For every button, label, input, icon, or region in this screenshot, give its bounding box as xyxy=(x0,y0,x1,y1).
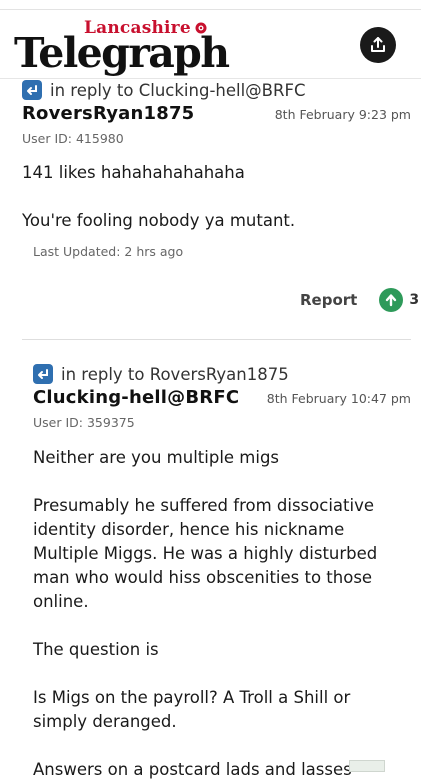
comment-body: 141 likes hahahahahahaha You're fooling … xyxy=(22,161,411,233)
comment-paragraph: Answers on a postcard lads and lasses xyxy=(33,760,352,779)
reply-arrow-icon xyxy=(22,80,42,100)
site-header: Lancashire Telegraph xyxy=(0,10,421,79)
status-bar xyxy=(0,0,421,10)
reply-to-text: in reply to Clucking-hell@BRFC xyxy=(50,80,306,100)
upvote-button[interactable] xyxy=(379,288,404,312)
share-icon xyxy=(371,37,385,52)
comment-body: Neither are you multiple migs Presumably… xyxy=(33,446,393,782)
upvote-arrow-icon xyxy=(386,294,397,307)
user-id: User ID: 415980 xyxy=(22,131,124,146)
reply-arrow-icon xyxy=(33,364,53,384)
comment-paragraph: Is Migs on the payroll? A Troll a Shill … xyxy=(33,688,351,731)
comment-author[interactable]: Clucking-hell@BRFC xyxy=(33,387,239,408)
reply-to-line[interactable]: in reply to RoversRyan1875 xyxy=(33,364,289,384)
reply-to-text: in reply to RoversRyan1875 xyxy=(61,364,289,384)
comment-date: 8th February 9:23 pm xyxy=(274,107,411,122)
comment-paragraph: Neither are you multiple migs xyxy=(33,448,280,467)
last-updated: Last Updated: 2 hrs ago xyxy=(33,244,184,259)
vote-count: 3 xyxy=(409,292,420,308)
image-thumbnail[interactable] xyxy=(349,760,385,772)
user-id: User ID: 359375 xyxy=(33,415,135,430)
comment-paragraph: 141 likes hahahahahahaha xyxy=(22,163,245,182)
reply-to-line[interactable]: in reply to Clucking-hell@BRFC xyxy=(22,80,305,100)
comment-author[interactable]: RoversRyan1875 xyxy=(22,103,194,124)
site-logo[interactable]: Lancashire Telegraph xyxy=(14,16,254,77)
comment-paragraph: Presumably he suffered from dissociative… xyxy=(33,496,378,611)
comment-paragraph: You're fooling nobody ya mutant. xyxy=(22,211,296,230)
comment-date: 8th February 10:47 pm xyxy=(266,391,411,406)
logo-title-text: Telegraph xyxy=(14,29,230,77)
share-button[interactable] xyxy=(360,27,396,63)
comment-paragraph: The question is xyxy=(33,640,159,659)
comment-actions: Report 3 xyxy=(300,288,419,312)
report-button[interactable]: Report xyxy=(300,291,357,309)
comment-divider xyxy=(22,339,411,340)
